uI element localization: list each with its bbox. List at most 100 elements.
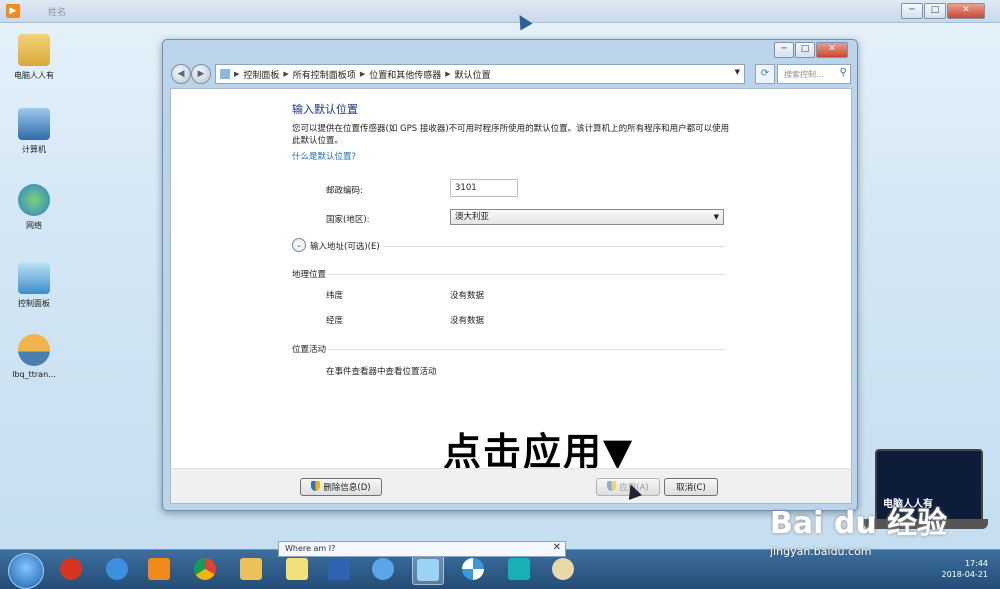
- cancel-button[interactable]: 取消(C): [664, 478, 718, 496]
- address-bar[interactable]: ▶ 控制面板 ▶ 所有控制面板项 ▶ 位置和其他传感器 ▶ 默认位置 ▼: [215, 64, 745, 84]
- clock[interactable]: 17:44 2018-04-21: [942, 558, 989, 580]
- taskbar-app-explorer[interactable]: [236, 555, 266, 583]
- geo-section-heading: 地理位置: [292, 270, 327, 280]
- breadcrumb-all-items[interactable]: 所有控制面板项: [293, 68, 356, 81]
- event-viewer-link[interactable]: 在事件查看器中查看位置活动: [326, 365, 437, 377]
- dialog-window-controls: ─ □ ✕: [773, 42, 848, 58]
- activity-section-heading: 位置活动: [292, 345, 327, 355]
- search-icon[interactable]: ⚲: [840, 67, 847, 78]
- word-icon: [328, 558, 350, 580]
- headset-icon: [508, 558, 530, 580]
- postal-code-label: 邮政编码:: [326, 186, 363, 196]
- chevron-down-icon: ▼: [713, 213, 719, 221]
- divider: [383, 246, 725, 247]
- breadcrumb-separator-icon: ▶: [234, 70, 240, 78]
- desktop-icon-label: lbq_ttran...: [12, 370, 56, 379]
- longitude-label: 经度: [326, 316, 344, 326]
- search-placeholder: 搜索控制...: [784, 70, 824, 79]
- close-button[interactable]: ✕: [947, 3, 985, 19]
- forward-button[interactable]: ▶: [191, 64, 211, 84]
- dialog-close-button[interactable]: ✕: [816, 42, 848, 58]
- dialog-titlebar: ─ □ ✕: [163, 40, 857, 60]
- sticky-notes-icon: [286, 558, 308, 580]
- internet-explorer-icon: [106, 558, 128, 580]
- page-title: 输入默认位置: [292, 103, 358, 116]
- control-panel-icon: [417, 559, 439, 581]
- outer-window-controls: ─ □ ✕: [900, 3, 985, 19]
- breadcrumb-separator-icon: ▶: [283, 70, 289, 78]
- desktop-icon-label: 网络: [26, 221, 42, 230]
- minimize-button[interactable]: ─: [901, 3, 923, 19]
- address-dropdown-icon[interactable]: ▼: [735, 68, 740, 76]
- search-input[interactable]: 搜索控制... ⚲: [777, 64, 851, 84]
- baidu-watermark: Bai du 经验: [770, 506, 948, 541]
- baidu-url-watermark: jingyan.baidu.com: [770, 545, 872, 558]
- taskbar-preview-tooltip[interactable]: Where am I? ✕: [278, 541, 566, 557]
- dialog-footer: 删除信息(D) 应用(A) 取消(C): [170, 468, 852, 504]
- control-panel-icon: [18, 262, 50, 294]
- address-expander-label[interactable]: 输入地址(可选)(E): [310, 240, 380, 252]
- desktop-icon-network[interactable]: 网络: [6, 184, 62, 231]
- taskbar-app-notes[interactable]: [282, 555, 312, 583]
- refresh-button[interactable]: ⟳: [755, 64, 775, 84]
- start-button[interactable]: [8, 553, 44, 589]
- clear-info-button[interactable]: 删除信息(D): [300, 478, 382, 496]
- help-link[interactable]: 什么是默认位置?: [292, 151, 356, 163]
- desktop-icon-label: 计算机: [22, 145, 46, 154]
- dialog-minimize-button[interactable]: ─: [774, 42, 794, 58]
- taskbar-app-paint[interactable]: [548, 555, 578, 583]
- breadcrumb-default-location[interactable]: 默认位置: [455, 68, 491, 81]
- clear-info-label: 删除信息(D): [323, 483, 371, 493]
- breadcrumb-control-panel[interactable]: 控制面板: [243, 68, 279, 81]
- country-select[interactable]: 澳大利亚 ▼: [450, 209, 724, 225]
- breadcrumb-separator-icon: ▶: [445, 70, 451, 78]
- taskbar-app-jiang[interactable]: [56, 555, 86, 583]
- taskbar-app-pinwheel[interactable]: [458, 555, 488, 583]
- control-panel-small-icon: [220, 69, 230, 79]
- image-file-icon: [18, 334, 50, 366]
- player-app-icon[interactable]: ▶: [6, 4, 20, 18]
- country-selected-value: 澳大利亚: [455, 212, 490, 222]
- longitude-value: 没有数据: [450, 316, 485, 326]
- clock-date: 2018-04-21: [941, 570, 989, 579]
- dialog-content: 输入默认位置 您可以提供在位置传感器(如 GPS 接收器)不可用时程序所使用的默…: [170, 88, 852, 474]
- taskbar-app-player[interactable]: [144, 555, 174, 583]
- taskbar-app-ie-alt[interactable]: [368, 555, 398, 583]
- default-location-dialog: ─ □ ✕ ◀ ▶ ▶ 控制面板 ▶ 所有控制面板项 ▶ 位置和其他传感器 ▶ …: [162, 39, 858, 511]
- postal-code-input[interactable]: 3101: [450, 179, 518, 197]
- desktop-icon-user[interactable]: 电脑人人有: [6, 34, 62, 81]
- divider: [329, 274, 725, 275]
- divider: [329, 349, 725, 350]
- computer-icon: [18, 108, 50, 140]
- maximize-button[interactable]: □: [924, 3, 946, 19]
- desktop-icon-computer[interactable]: 计算机: [6, 108, 62, 155]
- paint-icon: [552, 558, 574, 580]
- taskbar-app-control-panel[interactable]: [412, 555, 444, 585]
- taskbar-app-word[interactable]: [324, 555, 354, 583]
- desktop-icon-control-panel[interactable]: 控制面板: [6, 262, 62, 309]
- file-explorer-icon: [240, 558, 262, 580]
- uac-shield-icon: [311, 481, 321, 491]
- navigation-bar: ◀ ▶ ▶ 控制面板 ▶ 所有控制面板项 ▶ 位置和其他传感器 ▶ 默认位置 ▼…: [169, 62, 851, 84]
- desktop-icon-label: 控制面板: [18, 299, 50, 308]
- taskbar-app-ie[interactable]: [102, 555, 132, 583]
- network-icon: [18, 184, 50, 216]
- back-button[interactable]: ◀: [171, 64, 191, 84]
- country-label: 国家(地区):: [326, 215, 370, 225]
- taskbar-app-headset[interactable]: [504, 555, 534, 583]
- outer-window-title: 姓名: [48, 8, 67, 18]
- ie-alt-icon: [372, 558, 394, 580]
- desktop-icon-image[interactable]: lbq_ttran...: [6, 334, 62, 379]
- taskbar-app-chrome[interactable]: [190, 555, 220, 583]
- expand-address-button[interactable]: ⌄: [292, 238, 306, 252]
- jiang-app-icon: [60, 558, 82, 580]
- pinwheel-icon: [462, 558, 484, 580]
- clock-time: 17:44: [964, 559, 988, 568]
- uac-shield-icon: [607, 481, 617, 491]
- chrome-icon: [194, 558, 216, 580]
- breadcrumb-location-sensors[interactable]: 位置和其他传感器: [369, 68, 441, 81]
- tooltip-title: Where am I?: [285, 544, 336, 553]
- user-folder-icon: [18, 34, 50, 66]
- tooltip-close-icon[interactable]: ✕: [553, 542, 561, 553]
- dialog-maximize-button[interactable]: □: [795, 42, 815, 58]
